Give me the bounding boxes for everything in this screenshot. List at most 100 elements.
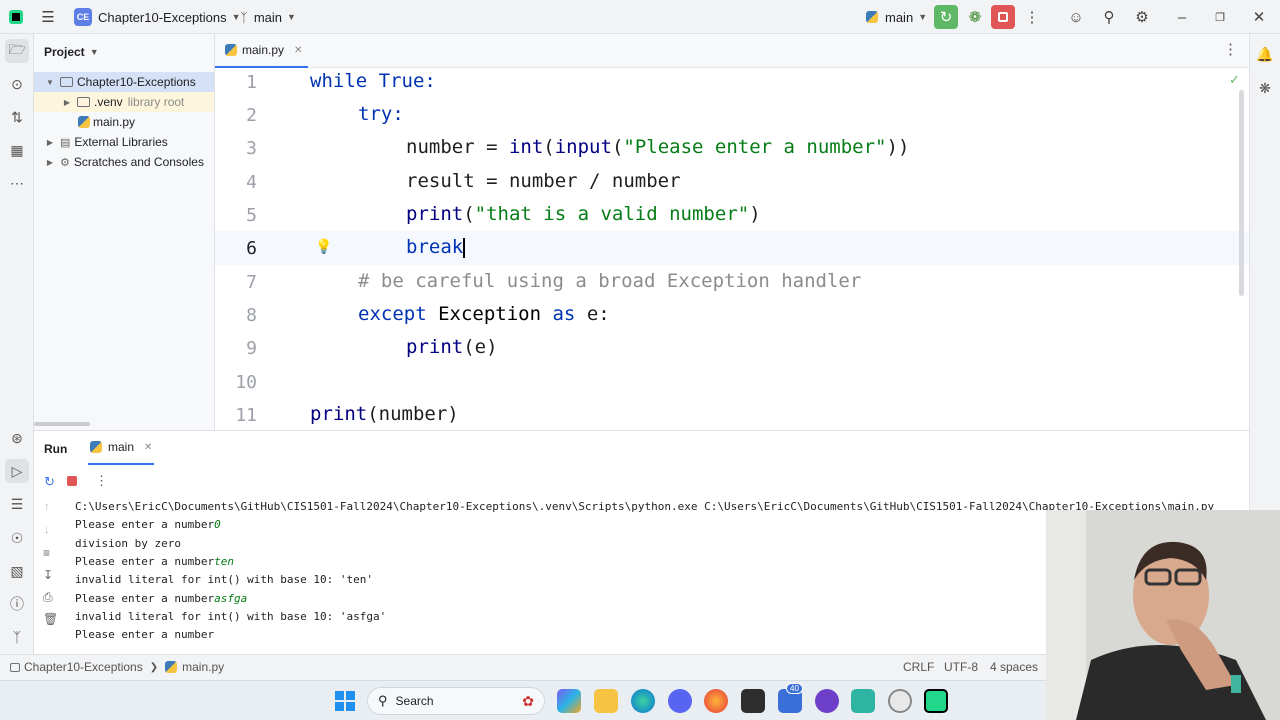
debug-icon[interactable]: ❁	[963, 5, 987, 29]
console-text: Please enter a number	[75, 518, 215, 531]
tree-scratches-row[interactable]: ▶ ⚙ Scratches and Consoles	[34, 152, 204, 172]
github-desktop-icon[interactable]	[815, 689, 839, 713]
project-panel-header[interactable]: Project ▼	[44, 42, 99, 62]
more-actions-icon[interactable]: ⋮	[1020, 5, 1044, 29]
tree-main-file-row[interactable]: main.py	[34, 112, 214, 132]
text-cursor	[463, 237, 466, 258]
scroll-to-end-icon[interactable]: ↧	[43, 568, 53, 582]
code-text: )	[749, 203, 761, 225]
more-tools-icon[interactable]: ⋯	[5, 171, 29, 195]
chevron-down-icon: ▼	[287, 12, 296, 22]
services-icon[interactable]: ☉	[5, 526, 29, 550]
line-number: 9	[246, 338, 257, 359]
python-packages-icon[interactable]: ⊛	[5, 426, 29, 450]
close-tab-icon[interactable]: ✕	[144, 442, 152, 453]
webcam-overlay	[1046, 510, 1280, 720]
windows-start-icon[interactable]	[333, 689, 357, 713]
pull-requests-icon[interactable]: ⇅	[5, 105, 29, 129]
structure-icon[interactable]: ▦	[5, 138, 29, 162]
search-icon[interactable]: ⚲	[1097, 5, 1121, 29]
chevron-down-icon: ▼	[918, 12, 928, 22]
rerun-button[interactable]: ↻	[934, 5, 958, 29]
project-name: Chapter10-Exceptions	[98, 9, 227, 25]
line-number: 11	[235, 405, 257, 426]
soft-wrap-icon[interactable]: ≡	[43, 546, 50, 560]
console-text: invalid literal for int() with base 10: …	[75, 573, 374, 586]
file-explorer-icon[interactable]	[594, 689, 618, 713]
project-tool-icon[interactable]: 🗁	[5, 39, 29, 63]
breadcrumb-file[interactable]: main.py	[182, 660, 224, 674]
line-separator[interactable]: CRLF	[903, 660, 934, 674]
pycharm-taskbar-icon[interactable]	[924, 689, 948, 713]
code-editor[interactable]: 1 2 3 4 5 6 7 8 9 10 11 💡 while True: tr…	[215, 68, 1249, 430]
vertical-scrollbar[interactable]	[1239, 90, 1244, 296]
stop-icon[interactable]	[67, 476, 77, 486]
presenter-video-icon	[1046, 510, 1280, 720]
code-line-1: while True:	[310, 70, 436, 92]
line-number: 1	[246, 72, 257, 93]
arrow-up-icon[interactable]: ↑	[44, 501, 50, 513]
ai-assistant-icon[interactable]: ❋	[1253, 76, 1277, 100]
tree-venv-row[interactable]: ▶ .venv library root	[34, 92, 214, 112]
commit-icon[interactable]: ⊙	[5, 72, 29, 96]
file-encoding[interactable]: UTF-8	[944, 660, 978, 674]
restore-button[interactable]: ❐	[1208, 5, 1232, 29]
terminal-app-icon[interactable]	[741, 689, 765, 713]
tree-root-row[interactable]: ▼ Chapter10-Exceptions	[34, 72, 214, 92]
tab-options-icon[interactable]: ⋮	[1223, 40, 1238, 58]
print-icon[interactable]: ⎙	[43, 590, 53, 605]
intention-bulb-icon[interactable]: 💡	[315, 238, 332, 255]
tab-main-py[interactable]: main.py ✕	[215, 34, 308, 68]
git-icon[interactable]: ᛉ	[5, 625, 29, 649]
tree-main-file-label: main.py	[93, 115, 136, 129]
inspection-ok-icon[interactable]: ✓	[1229, 72, 1240, 88]
main-menu-icon[interactable]: ☰	[36, 5, 60, 29]
python-icon	[90, 441, 102, 453]
code-text: number =	[406, 136, 509, 158]
close-button[interactable]: ✕	[1247, 5, 1271, 29]
tree-external-libraries-row[interactable]: ▶ ▤ External Libraries	[34, 132, 168, 152]
pycharm-logo-icon[interactable]	[4, 5, 28, 29]
code-text: result = number / number	[406, 170, 681, 192]
trash-icon[interactable]: 🗑	[43, 612, 58, 626]
notepad-icon[interactable]	[851, 689, 875, 713]
rerun-icon[interactable]: ↻	[44, 474, 55, 490]
builtin: print	[310, 403, 368, 425]
terminal-icon[interactable]: ▧	[5, 559, 29, 583]
run-tool-icon[interactable]: ▷	[5, 459, 29, 483]
builtin: input	[554, 136, 612, 158]
indent-setting[interactable]: 4 spaces	[990, 660, 1038, 674]
branch-selector[interactable]: ᛉ main ▼	[240, 0, 296, 34]
copilot-icon[interactable]	[557, 689, 581, 713]
comment: # be careful using a broad Exception han…	[358, 270, 862, 292]
tree-venv-label: .venv	[94, 95, 123, 109]
branch-name: main	[253, 9, 282, 25]
breadcrumb-project[interactable]: Chapter10-Exceptions	[24, 660, 143, 674]
minimize-button[interactable]: –	[1170, 5, 1194, 29]
arrow-down-icon[interactable]: ↓	[44, 524, 50, 536]
firefox-icon[interactable]	[704, 689, 728, 713]
code-text: (	[611, 136, 624, 158]
taskview-icon[interactable]: 40	[778, 683, 803, 713]
notifications-icon[interactable]: 🔔	[1253, 42, 1277, 66]
problems-icon[interactable]: ⓘ	[5, 592, 29, 616]
edge-browser-icon[interactable]	[631, 689, 655, 713]
console-text: Please enter a number	[75, 555, 215, 568]
run-config-selector[interactable]: main ▼	[866, 0, 927, 34]
user-icon[interactable]: ☺	[1064, 5, 1088, 29]
horizontal-scrollbar[interactable]	[34, 422, 90, 426]
class-name: Exception	[426, 303, 553, 325]
project-selector[interactable]: CE Chapter10-Exceptions ▼	[74, 0, 241, 34]
more-options-icon[interactable]: ⋮	[95, 473, 108, 489]
stop-button[interactable]	[991, 5, 1015, 29]
console-line: Please enter a numberten	[75, 555, 234, 568]
code-text: (	[463, 203, 475, 225]
code-line-2: try:	[358, 103, 404, 125]
discord-icon[interactable]	[668, 689, 692, 713]
close-tab-icon[interactable]: ✕	[294, 45, 302, 56]
taskbar-search-box[interactable]: ⚲ Search ✿	[367, 687, 545, 715]
layers-icon[interactable]: ☰	[5, 492, 29, 516]
gear-icon[interactable]: ⚙	[1130, 5, 1154, 29]
obs-icon[interactable]	[888, 689, 912, 713]
tab-run-main[interactable]: main ✕	[88, 431, 154, 465]
